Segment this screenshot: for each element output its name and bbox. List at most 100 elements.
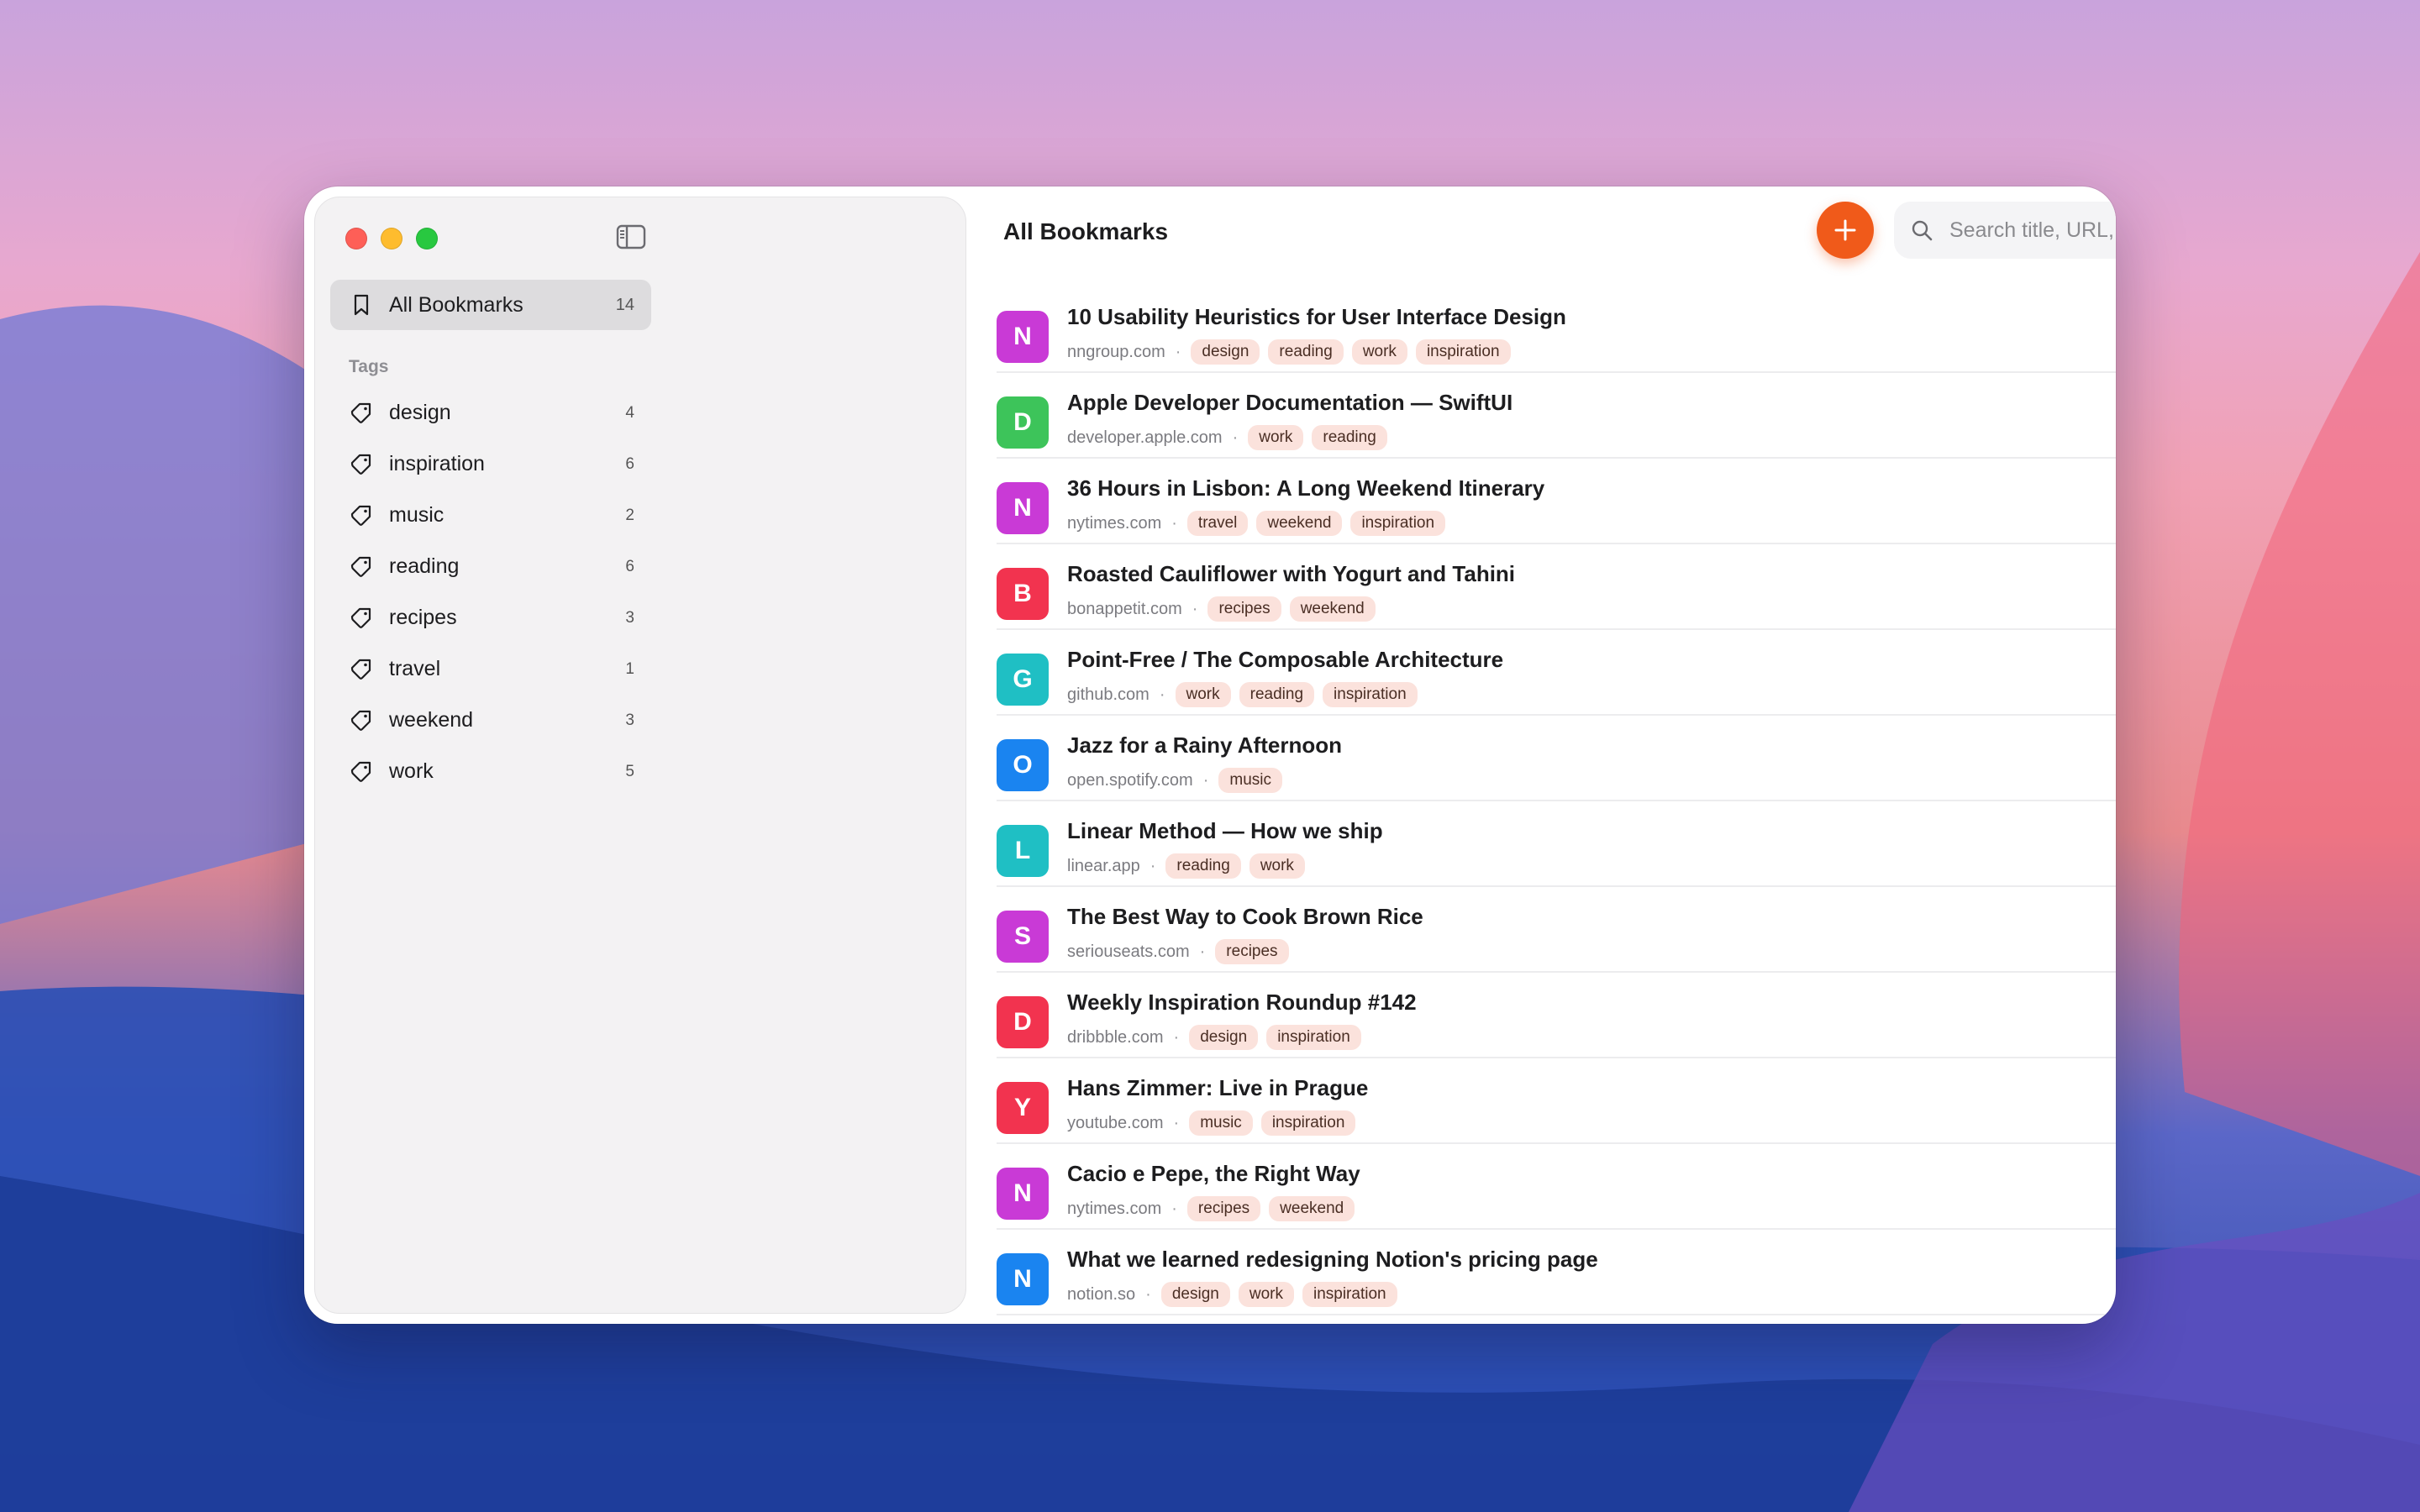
tag-chip[interactable]: inspiration (1350, 511, 1446, 536)
bookmark-domain: bonappetit.com (1067, 599, 1182, 618)
add-bookmark-button[interactable] (1817, 202, 1874, 259)
tag-label: travel (389, 657, 441, 680)
bookmark-meta: open.spotify.com · music (1067, 768, 1291, 793)
search-field[interactable] (1894, 202, 2116, 259)
sidebar-item-tag-weekend[interactable]: weekend 3 (330, 695, 651, 746)
separator-dot: · (1159, 685, 1165, 704)
tag-icon (350, 402, 371, 423)
tag-chip[interactable]: inspiration (1266, 1025, 1361, 1050)
bookmark-domain: youtube.com (1067, 1113, 1164, 1132)
tag-chip[interactable]: inspiration (1260, 1110, 1356, 1136)
separator-dot: · (1232, 428, 1239, 447)
bookmark-row[interactable]: L Linear Method — How we ship linear.app · r… (997, 801, 2116, 887)
search-input[interactable] (1948, 217, 2116, 244)
site-favicon: N (997, 1253, 1049, 1305)
sidebar-item-tag-recipes[interactable]: recipes 3 (330, 592, 651, 643)
tag-count: 4 (625, 403, 634, 422)
bookmark-title: 36 Hours in Lisbon: A Long Weekend Itine… (1067, 475, 1545, 501)
tag-chip[interactable]: work (1175, 682, 1231, 707)
bookmark-row[interactable]: N Cacio e Pepe, the Right Way nytimes.com ·… (997, 1144, 2116, 1230)
bookmark-meta: nytimes.com · recipes weekend (1067, 1196, 1363, 1221)
bookmark-meta: dribbble.com · design inspiration (1067, 1025, 1370, 1050)
separator-dot: · (1173, 1027, 1180, 1047)
minimize-window-button[interactable] (381, 228, 402, 249)
bookmark-domain: github.com (1067, 685, 1150, 704)
bookmark-row[interactable]: Designing for Touch — Apple's Human Inte… (997, 1315, 2116, 1324)
tag-chip[interactable]: inspiration (1415, 339, 1511, 365)
bookmark-title: Jazz for a Rainy Afternoon (1067, 732, 1342, 758)
tag-chip[interactable]: work (1248, 425, 1304, 450)
bookmark-domain: notion.so (1067, 1284, 1136, 1304)
sidebar-item-all-bookmarks[interactable]: All Bookmarks 14 (330, 280, 651, 330)
bookmark-row[interactable]: B Roasted Cauliflower with Yogurt and Tah… (997, 544, 2116, 630)
tag-icon (350, 505, 371, 526)
close-window-button[interactable] (345, 228, 367, 249)
tag-chip[interactable]: inspiration (1302, 1282, 1397, 1307)
tag-chip[interactable]: recipes (1186, 1196, 1261, 1221)
tag-chip[interactable]: music (1218, 768, 1283, 793)
sidebar-item-tag-music[interactable]: music 2 (330, 490, 651, 541)
bookmark-row[interactable]: N What we learned redesigning Notion's pr… (997, 1230, 2116, 1315)
tag-label: recipes (389, 606, 457, 629)
bookmark-row[interactable]: D Weekly Inspiration Roundup #142 dribbble… (997, 973, 2116, 1058)
tag-chip[interactable]: design (1191, 339, 1260, 365)
window-controls (345, 228, 438, 249)
tag-chip[interactable]: recipes (1207, 596, 1281, 622)
tag-chip[interactable]: design (1160, 1282, 1230, 1307)
tag-chip[interactable]: weekend (1269, 1196, 1355, 1221)
separator-dot: · (1150, 856, 1156, 875)
search-icon (1912, 220, 1933, 241)
tag-chip[interactable]: inspiration (1323, 682, 1418, 707)
bookmark-row[interactable]: D Apple Developer Documentation — SwiftUI… (997, 373, 2116, 459)
bookmark-row[interactable]: G Point-Free / The Composable Architectur… (997, 630, 2116, 716)
site-favicon: O (997, 739, 1049, 791)
tag-list: design 4 inspiration 6 music 2 reading 6 recipes… (330, 387, 651, 797)
site-favicon: D (997, 396, 1049, 449)
tag-chip[interactable]: reading (1165, 853, 1241, 879)
zoom-window-button[interactable] (416, 228, 438, 249)
site-favicon: N (997, 311, 1049, 363)
tag-chip[interactable]: travel (1186, 511, 1249, 536)
separator-dot: · (1171, 1199, 1177, 1218)
bookmark-row[interactable]: O Jazz for a Rainy Afternoon open.spotify.… (997, 716, 2116, 801)
sidebar-item-tag-travel[interactable]: travel 1 (330, 643, 651, 695)
tag-count: 2 (625, 506, 634, 524)
bookmark-domain: developer.apple.com (1067, 428, 1223, 447)
bookmark-row[interactable]: N 36 Hours in Lisbon: A Long Weekend Itin… (997, 459, 2116, 544)
tag-chip[interactable]: weekend (1256, 511, 1343, 536)
tag-chip[interactable]: music (1189, 1110, 1253, 1136)
tag-chip[interactable]: work (1238, 1282, 1294, 1307)
tag-chip[interactable]: work (1351, 339, 1407, 365)
sidebar-item-tag-work[interactable]: work 5 (330, 746, 651, 797)
tag-count: 3 (625, 711, 634, 729)
bookmark-meta: bonappetit.com · recipes weekend (1067, 596, 1384, 622)
tag-chip[interactable]: work (1249, 853, 1305, 879)
sidebar-item-label: All Bookmarks (389, 292, 523, 317)
sidebar-item-tag-design[interactable]: design 4 (330, 387, 651, 438)
bookmark-title: Roasted Cauliflower with Yogurt and Tahi… (1067, 561, 1516, 586)
bookmark-row[interactable]: N 10 Usability Heuristics for User Interf… (997, 287, 2116, 373)
bookmark-row[interactable]: S The Best Way to Cook Brown Rice seriouse… (997, 887, 2116, 973)
bookmark-title: Cacio e Pepe, the Right Way (1067, 1161, 1360, 1186)
separator-dot: · (1171, 513, 1177, 533)
tag-count: 5 (625, 762, 634, 780)
bookmark-title: Apple Developer Documentation — SwiftUI (1067, 390, 1513, 415)
sidebar-toggle-icon[interactable] (616, 224, 646, 249)
sidebar-item-tag-reading[interactable]: reading 6 (330, 541, 651, 592)
tags-section-header: Tags (349, 357, 389, 376)
tag-chip[interactable]: reading (1268, 339, 1344, 365)
tag-chip[interactable]: recipes (1215, 939, 1289, 964)
separator-dot: · (1145, 1284, 1151, 1304)
tag-chip[interactable]: reading (1239, 682, 1315, 707)
tag-icon (350, 659, 371, 680)
tag-chip[interactable]: reading (1312, 425, 1387, 450)
bookmark-row[interactable]: Y Hans Zimmer: Live in Prague youtube.com ·… (997, 1058, 2116, 1144)
tag-icon (350, 454, 371, 475)
bookmark-meta: github.com · work reading inspiration (1067, 682, 1426, 707)
bookmark-title: Weekly Inspiration Roundup #142 (1067, 990, 1417, 1015)
separator-dot: · (1202, 770, 1209, 790)
sidebar-item-tag-inspiration[interactable]: inspiration 6 (330, 438, 651, 490)
tag-icon (350, 556, 371, 577)
tag-chip[interactable]: design (1189, 1025, 1259, 1050)
tag-chip[interactable]: weekend (1289, 596, 1376, 622)
